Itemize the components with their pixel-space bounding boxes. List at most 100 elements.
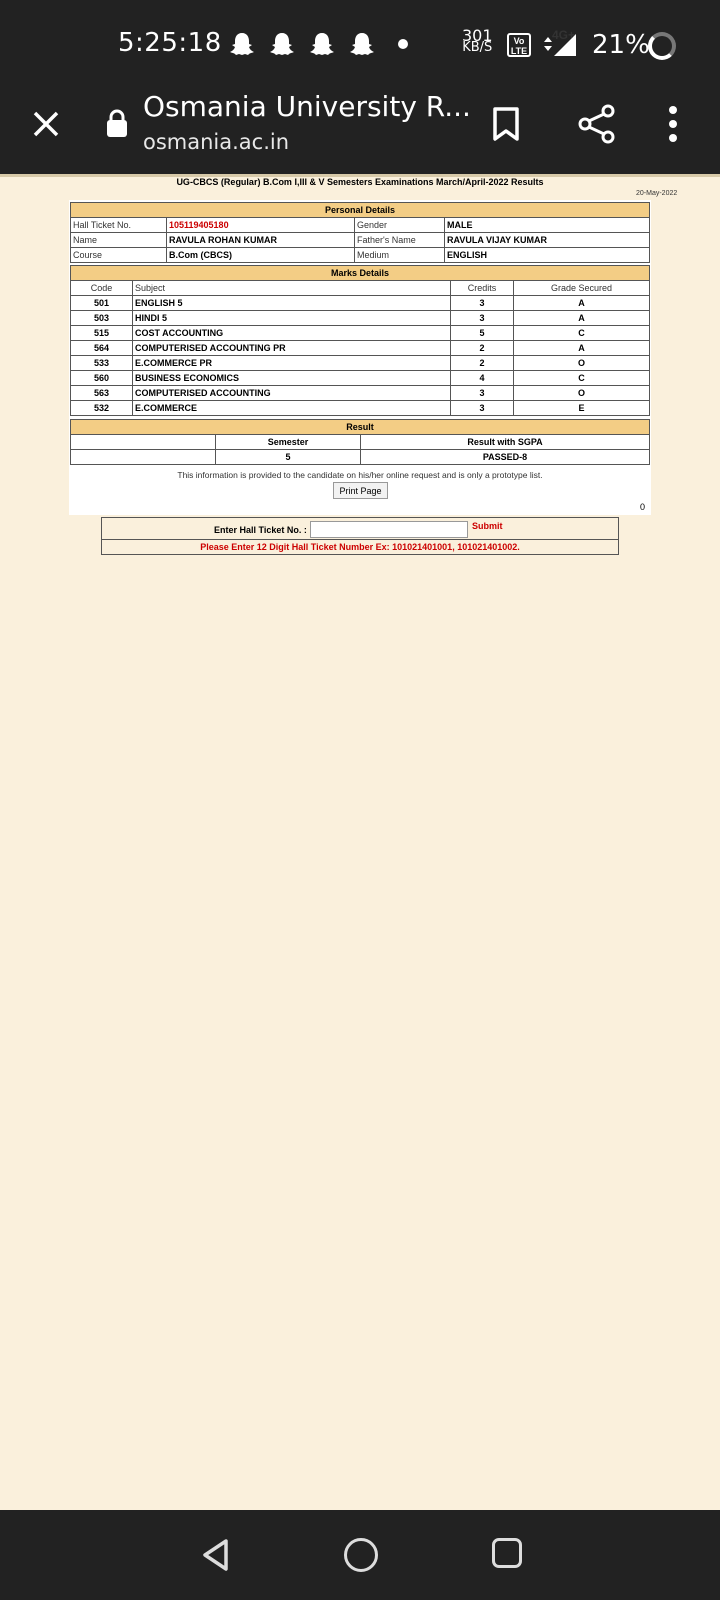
hall-ticket-input-label: Enter Hall Ticket No. :	[214, 525, 307, 535]
gender-label: Gender	[354, 217, 445, 233]
subject-code: 563	[70, 385, 133, 401]
hall-ticket-form: Enter Hall Ticket No. : Submit Please En…	[101, 517, 619, 555]
speed-unit: KB/S	[462, 40, 493, 55]
subject-code: 532	[70, 400, 133, 416]
subject-credits: 4	[450, 370, 514, 386]
hall-ticket-form-row: Enter Hall Ticket No. : Submit	[102, 518, 618, 540]
share-icon[interactable]	[578, 104, 616, 144]
column-header-subject: Subject	[132, 280, 451, 296]
snapchat-icon	[350, 33, 374, 55]
status-time: 5:25:18	[118, 28, 222, 58]
subject-name: COMPUTERISED ACCOUNTING PR	[132, 340, 451, 356]
subject-credits: 5	[450, 325, 514, 341]
network-speed: 301 KB/S	[462, 28, 493, 55]
subject-credits: 3	[450, 400, 514, 416]
subject-name: COST ACCOUNTING	[132, 325, 451, 341]
url-text[interactable]: osmania.ac.in	[143, 130, 289, 154]
battery-level: 21%	[592, 30, 650, 60]
close-icon[interactable]	[30, 108, 62, 140]
subject-grade: A	[513, 340, 650, 356]
medium-value: ENGLISH	[444, 247, 650, 263]
subject-grade: C	[513, 370, 650, 386]
semester-label: Semester	[215, 434, 361, 450]
home-icon[interactable]	[344, 1538, 378, 1572]
semester-value: 5	[215, 449, 361, 465]
marks-details-table: Marks Details Code Subject Credits Grade…	[70, 265, 650, 416]
subject-name: E.COMMERCE PR	[132, 355, 451, 371]
subject-code: 501	[70, 295, 133, 311]
network-type: 4G+	[552, 28, 576, 42]
more-vert-icon[interactable]	[668, 104, 678, 144]
battery-icon	[648, 32, 676, 60]
snapchat-icon	[310, 33, 334, 55]
subject-grade: A	[513, 310, 650, 326]
table-row: 503 HINDI 5 3 A	[70, 310, 650, 326]
course-value: B.Com (CBCS)	[166, 247, 355, 263]
course-label: Course	[70, 247, 167, 263]
recents-icon[interactable]	[492, 1538, 522, 1568]
navigation-bar	[0, 1510, 720, 1600]
sgpa-value: PASSED-8	[360, 449, 650, 465]
subject-credits: 2	[450, 340, 514, 356]
subject-credits: 3	[450, 385, 514, 401]
subject-code: 560	[70, 370, 133, 386]
notification-icons	[228, 30, 408, 58]
medium-label: Medium	[354, 247, 445, 263]
subject-grade: A	[513, 295, 650, 311]
name-value: RAVULA ROHAN KUMAR	[166, 232, 355, 248]
lock-icon[interactable]	[106, 108, 128, 138]
father-name-label: Father's Name	[354, 232, 445, 248]
subject-grade: C	[513, 325, 650, 341]
hall-ticket-value: 105119405180	[166, 217, 355, 233]
subject-code: 515	[70, 325, 133, 341]
status-bar: 5:25:18 301 KB/S Vo LTE 4G+ 21%	[0, 0, 720, 84]
hall-ticket-help-text: Please Enter 12 Digit Hall Ticket Number…	[200, 542, 520, 552]
subject-credits: 3	[450, 310, 514, 326]
results-heading: UG-CBCS (Regular) B.Com I,III & V Semest…	[176, 177, 544, 187]
subject-credits: 2	[450, 355, 514, 371]
result-spacer-cell	[70, 434, 216, 450]
print-page-button[interactable]: Print Page	[333, 482, 388, 499]
table-row: 515 COST ACCOUNTING 5 C	[70, 325, 650, 341]
signal-icon: 4G+	[540, 28, 580, 65]
subject-grade: E	[513, 400, 650, 416]
bookmark-icon[interactable]	[492, 106, 520, 142]
hall-ticket-input[interactable]	[310, 521, 468, 538]
snapchat-icon	[230, 33, 254, 55]
visit-counter: 0	[640, 502, 646, 512]
sgpa-label: Result with SGPA	[360, 434, 650, 450]
subject-grade: O	[513, 385, 650, 401]
result-table: Result Semester Result with SGPA 5 PASSE…	[70, 419, 650, 465]
personal-details-header: Personal Details	[70, 202, 650, 218]
subject-name: E.COMMERCE	[132, 400, 451, 416]
column-header-code: Code	[70, 280, 133, 296]
subject-grade: O	[513, 355, 650, 371]
subject-name: ENGLISH 5	[132, 295, 451, 311]
subject-code: 533	[70, 355, 133, 371]
result-spacer-cell	[70, 449, 216, 465]
disclaimer-text: This information is provided to the cand…	[177, 470, 543, 480]
gender-value: MALE	[444, 217, 650, 233]
result-header: Result	[70, 419, 650, 435]
subject-credits: 3	[450, 295, 514, 311]
results-date: 20-May-2022	[636, 190, 678, 197]
page-title[interactable]: Osmania University R...	[143, 90, 471, 123]
more-notifications-dot	[398, 39, 408, 49]
table-row: 501 ENGLISH 5 3 A	[70, 295, 650, 311]
table-row: 532 E.COMMERCE 3 E	[70, 400, 650, 416]
table-row: 533 E.COMMERCE PR 2 O	[70, 355, 650, 371]
volte-icon: Vo LTE	[507, 33, 531, 57]
personal-details-table: Personal Details Hall Ticket No. 1051194…	[70, 202, 650, 263]
submit-button[interactable]: Submit	[472, 521, 503, 531]
marks-details-header: Marks Details	[70, 265, 650, 281]
column-header-credits: Credits	[450, 280, 514, 296]
subject-name: COMPUTERISED ACCOUNTING	[132, 385, 451, 401]
browser-toolbar: Osmania University R... osmania.ac.in	[0, 84, 720, 174]
column-header-grade: Grade Secured	[513, 280, 650, 296]
subject-name: HINDI 5	[132, 310, 451, 326]
back-icon[interactable]	[200, 1538, 232, 1572]
subject-name: BUSINESS ECONOMICS	[132, 370, 451, 386]
snapchat-icon	[270, 33, 294, 55]
subject-code: 564	[70, 340, 133, 356]
hall-ticket-label: Hall Ticket No.	[70, 217, 167, 233]
